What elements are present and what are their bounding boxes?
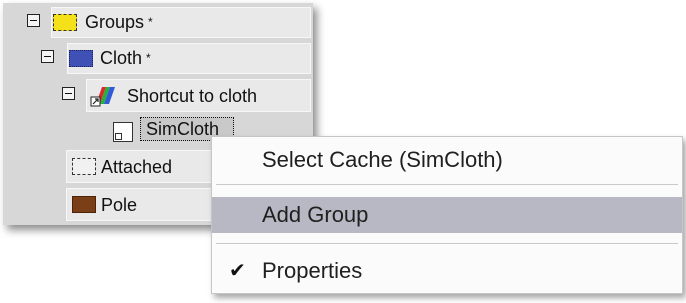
pole-swatch-icon [72,196,96,213]
menu-item-label: Add Group [262,202,369,227]
checkmark-icon: ✔ [229,260,246,282]
menu-item-label: Properties [262,258,363,283]
tree-item-cloth[interactable]: Cloth * [67,43,311,74]
tree-item-label: Attached [101,157,173,177]
groups-swatch-icon [53,14,77,31]
tree-item-label: Pole [101,195,138,215]
tree-item-label: Groups * [85,12,153,32]
menu-item-label: Select Cache (SimCloth) [262,147,503,172]
shortcut-cloth-icon [90,87,115,107]
menu-item-properties[interactable]: ✔ Properties [212,253,682,289]
tree-item-attached[interactable]: Attached [66,150,216,183]
tree-item-label: Cloth * [100,48,151,68]
tree-item-label: Shortcut to cloth [127,86,258,106]
tree-item-groups[interactable]: Groups * [51,7,311,38]
collapse-cloth-icon[interactable] [41,50,54,63]
menu-separator [216,184,678,185]
menu-item-select-cache[interactable]: Select Cache (SimCloth) [212,142,682,178]
tree-item-pole[interactable]: Pole [66,188,216,221]
collapse-shortcut-icon[interactable] [62,87,75,100]
tree-item-shortcut-to-cloth[interactable]: Shortcut to cloth [86,79,311,112]
cloth-swatch-icon [69,50,93,67]
document-shortcut-icon [113,122,133,142]
collapse-groups-icon[interactable] [27,14,40,27]
shortcut-arrow-icon [115,133,122,140]
attached-swatch-icon [72,158,96,175]
menu-separator [216,243,678,244]
context-menu: Select Cache (SimCloth) Add Group ✔ Prop… [211,136,683,294]
tree-item-label: SimCloth [146,119,220,139]
menu-item-add-group[interactable]: Add Group [212,197,682,233]
